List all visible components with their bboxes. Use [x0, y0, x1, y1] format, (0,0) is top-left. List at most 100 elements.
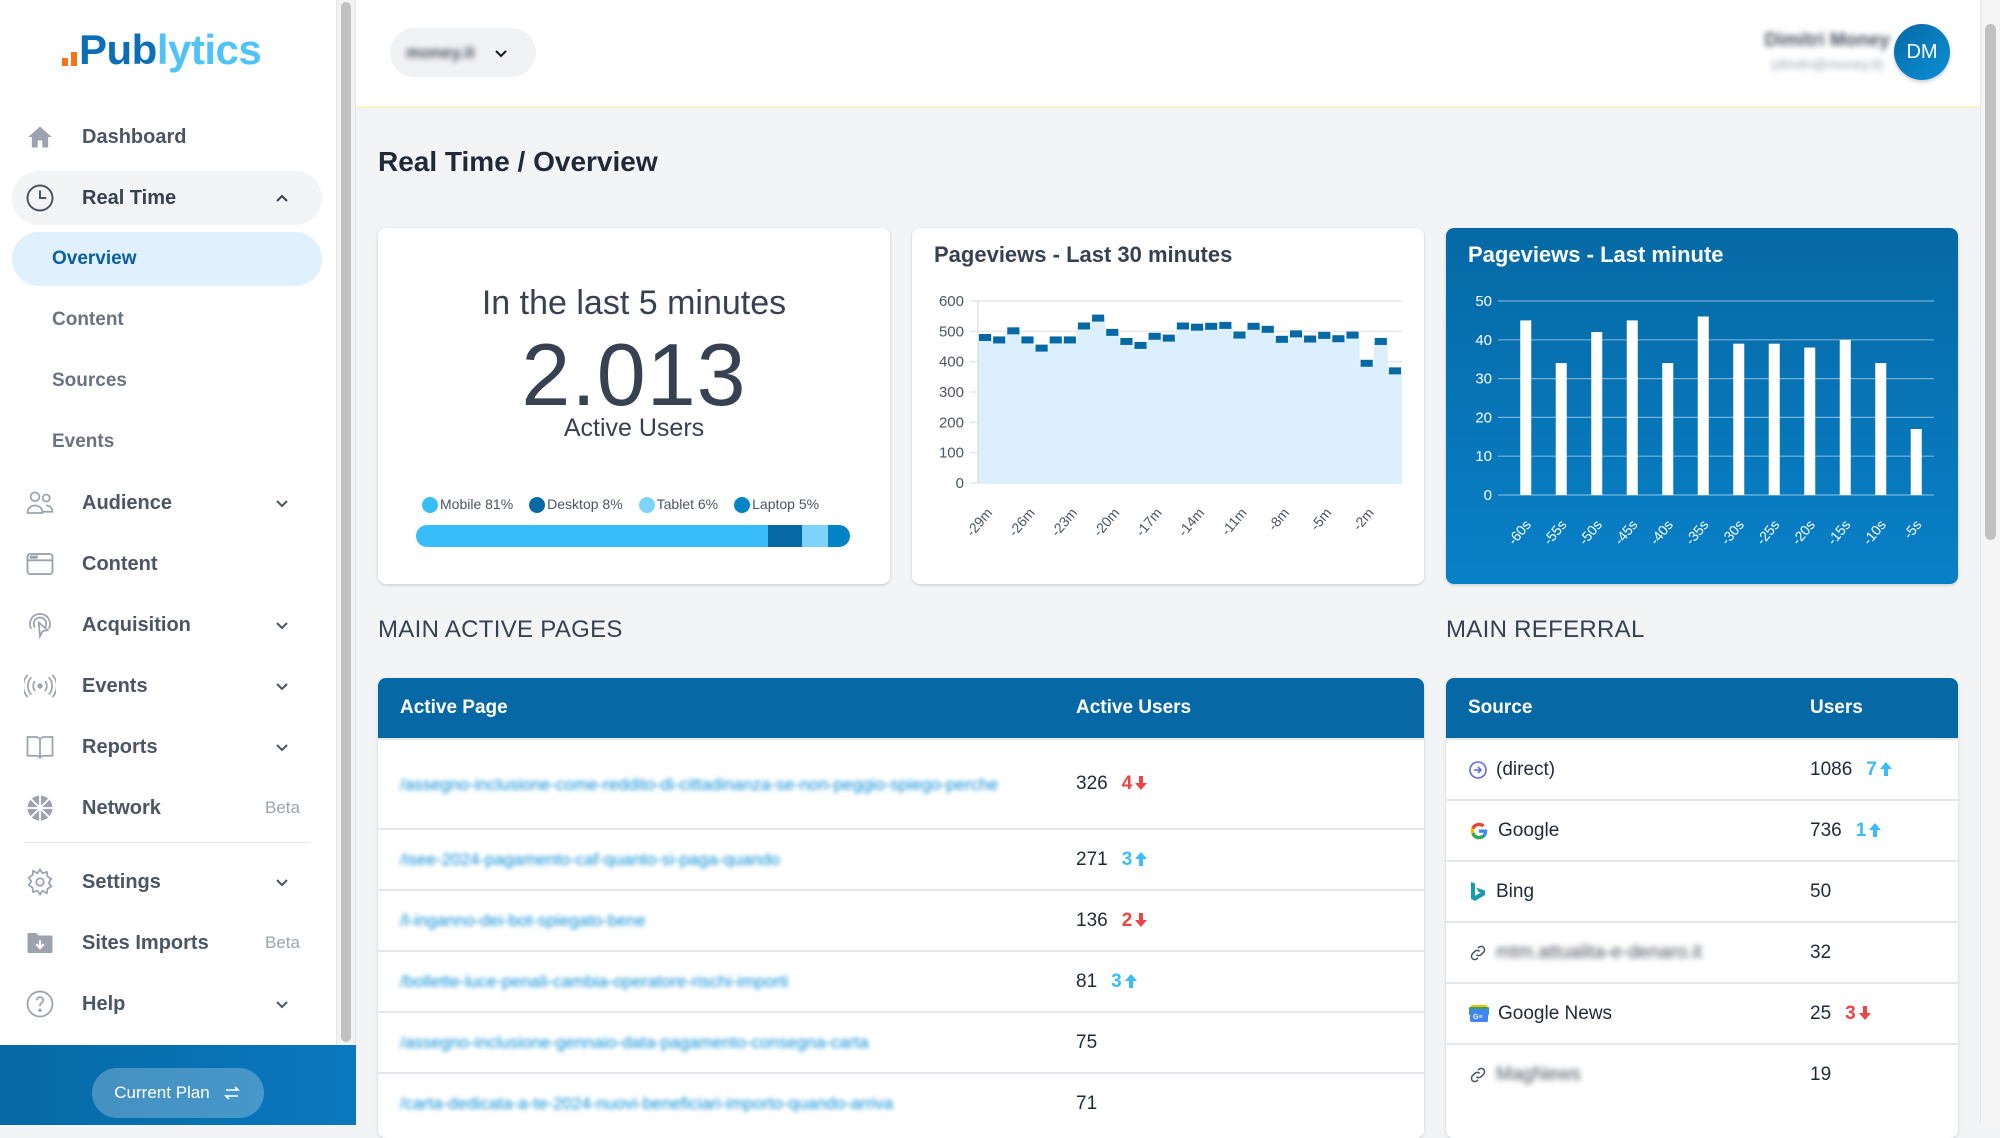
data-point[interactable] — [1346, 331, 1359, 339]
page-url-link[interactable]: /carta-dedicata-a-te-2024-nuovi-benefici… — [400, 1090, 1040, 1117]
page-url-link[interactable]: /bollette-luce-penali-cambia-operatore-r… — [400, 968, 1040, 995]
data-point[interactable] — [1332, 335, 1345, 343]
current-plan-button[interactable]: Current Plan — [92, 1068, 264, 1118]
main-scrollbar-thumb[interactable] — [1985, 24, 1996, 540]
column-header-source[interactable]: Source — [1446, 697, 1810, 719]
referral-source[interactable]: Google — [1498, 820, 1559, 842]
data-point[interactable] — [1374, 337, 1387, 345]
arrow-up-icon — [1879, 761, 1892, 776]
data-point[interactable] — [1063, 336, 1076, 344]
direct-arrow-icon — [1468, 760, 1488, 780]
data-point[interactable] — [1176, 322, 1189, 330]
bar[interactable] — [1733, 343, 1745, 495]
chevron-down-icon — [276, 744, 288, 752]
data-point[interactable] — [1318, 331, 1331, 339]
data-point[interactable] — [1148, 332, 1161, 340]
data-point[interactable] — [993, 336, 1006, 344]
page-url-link[interactable]: /isee-2024-pagamento-caf-quanto-si-paga-… — [400, 846, 1040, 873]
data-point[interactable] — [1007, 327, 1020, 335]
sidebar-item-events[interactable]: Events — [12, 659, 322, 713]
bar[interactable] — [1910, 429, 1922, 495]
column-header-active-users[interactable]: Active Users — [1076, 697, 1424, 719]
publytics-logo[interactable]: Pub lytics — [62, 24, 262, 74]
user-info: Dimitri Money (dimitri@money.it) — [1764, 30, 1890, 72]
data-point[interactable] — [1120, 337, 1133, 345]
active-pages-heading: MAIN ACTIVE PAGES — [378, 616, 623, 643]
data-point[interactable] — [1233, 331, 1246, 339]
data-point[interactable] — [1261, 325, 1274, 333]
data-point[interactable] — [1304, 335, 1317, 343]
plan-footer: Current Plan — [0, 1045, 356, 1125]
sidebar-item-settings[interactable]: Settings — [12, 855, 322, 909]
data-point[interactable] — [1275, 335, 1288, 343]
x-tick-label: -15s — [1824, 517, 1854, 548]
data-point[interactable] — [979, 334, 992, 342]
bar[interactable] — [1697, 316, 1709, 495]
folder-download-icon — [24, 927, 56, 959]
avatar[interactable]: DM — [1894, 24, 1950, 80]
bar[interactable] — [1591, 332, 1603, 495]
data-point[interactable] — [1077, 322, 1091, 330]
column-header-active-page[interactable]: Active Page — [378, 697, 1076, 719]
sidebar-item-help[interactable]: Help — [12, 977, 322, 1031]
sidebar-sub-content[interactable]: Content — [12, 293, 322, 347]
trend-delta: 2 — [1122, 910, 1149, 931]
referral-table: Source Users (direct) 1086 7 Google 736 1 Bing… — [1446, 678, 1958, 1138]
sidebar-item-network[interactable]: Network Beta — [12, 781, 322, 835]
data-point[interactable] — [1049, 336, 1062, 344]
referral-source[interactable]: Google News — [1498, 1003, 1612, 1025]
book-icon — [24, 731, 56, 763]
arrow-down-icon — [1135, 912, 1148, 927]
sidebar-item-sites-imports[interactable]: Sites Imports Beta — [12, 916, 322, 970]
site-selector[interactable]: money.it — [390, 28, 536, 77]
link-icon — [1468, 943, 1488, 963]
y-tick-label: 50 — [1475, 293, 1492, 310]
data-point[interactable] — [1035, 344, 1048, 352]
data-point[interactable] — [1289, 330, 1303, 338]
sidebar-scrollbar[interactable] — [336, 0, 356, 1045]
bar[interactable] — [1804, 347, 1816, 495]
sidebar-sub-events[interactable]: Events — [12, 415, 322, 469]
data-point[interactable] — [1092, 314, 1105, 322]
data-point[interactable] — [1021, 336, 1034, 344]
bar[interactable] — [1555, 363, 1567, 495]
sidebar-item-acquisition[interactable]: Acquisition — [12, 598, 322, 652]
referral-source[interactable]: mtm.attualita-e-denaro.it — [1496, 942, 1702, 964]
table-row: /assegno-inclusione-come-reddito-di-citt… — [378, 738, 1424, 828]
sidebar-item-reports[interactable]: Reports — [12, 720, 322, 774]
referral-source[interactable]: (direct) — [1496, 759, 1555, 781]
data-point[interactable] — [1247, 322, 1260, 330]
bar[interactable] — [1662, 363, 1674, 495]
data-point[interactable] — [1219, 321, 1232, 329]
referral-source[interactable]: MagNews — [1496, 1064, 1580, 1086]
bar[interactable] — [1520, 320, 1532, 495]
data-point[interactable] — [1191, 323, 1204, 331]
data-point[interactable] — [1106, 328, 1119, 336]
bar[interactable] — [1626, 320, 1638, 495]
column-header-users[interactable]: Users — [1810, 697, 1958, 719]
page-url-link[interactable]: /l-inganno-dei-bot-spiegato-bene — [400, 907, 1040, 934]
sidebar-item-real-time[interactable]: Real Time — [12, 171, 322, 225]
sidebar-scrollbar-thumb[interactable] — [341, 2, 351, 1042]
referral-source[interactable]: Bing — [1496, 881, 1534, 903]
page-url-link[interactable]: /assegno-inclusione-gennaio-data-pagamen… — [400, 1029, 1040, 1056]
data-point[interactable] — [1360, 359, 1373, 367]
page-url-link[interactable]: /assegno-inclusione-come-reddito-di-citt… — [400, 771, 1040, 798]
broadcast-icon — [24, 670, 56, 702]
sidebar-item-dashboard[interactable]: Dashboard — [12, 110, 322, 164]
sidebar-sub-sources[interactable]: Sources — [12, 354, 322, 408]
x-tick-label: -10s — [1859, 517, 1889, 548]
bar[interactable] — [1768, 343, 1780, 495]
main-scrollbar[interactable] — [1980, 0, 2000, 1125]
bar[interactable] — [1875, 363, 1887, 495]
bar[interactable] — [1839, 339, 1851, 495]
sidebar-item-content[interactable]: Content — [12, 537, 322, 591]
data-point[interactable] — [1134, 341, 1147, 349]
legend-item-mobile: Mobile 81% — [422, 496, 513, 514]
data-point[interactable] — [1162, 334, 1175, 342]
data-point[interactable] — [1388, 367, 1401, 375]
data-point[interactable] — [1205, 322, 1218, 330]
table-row: /l-inganno-dei-bot-spiegato-bene 136 2 — [378, 889, 1424, 950]
sidebar-item-audience[interactable]: Audience — [12, 476, 322, 530]
sidebar-sub-overview[interactable]: Overview — [12, 232, 322, 286]
